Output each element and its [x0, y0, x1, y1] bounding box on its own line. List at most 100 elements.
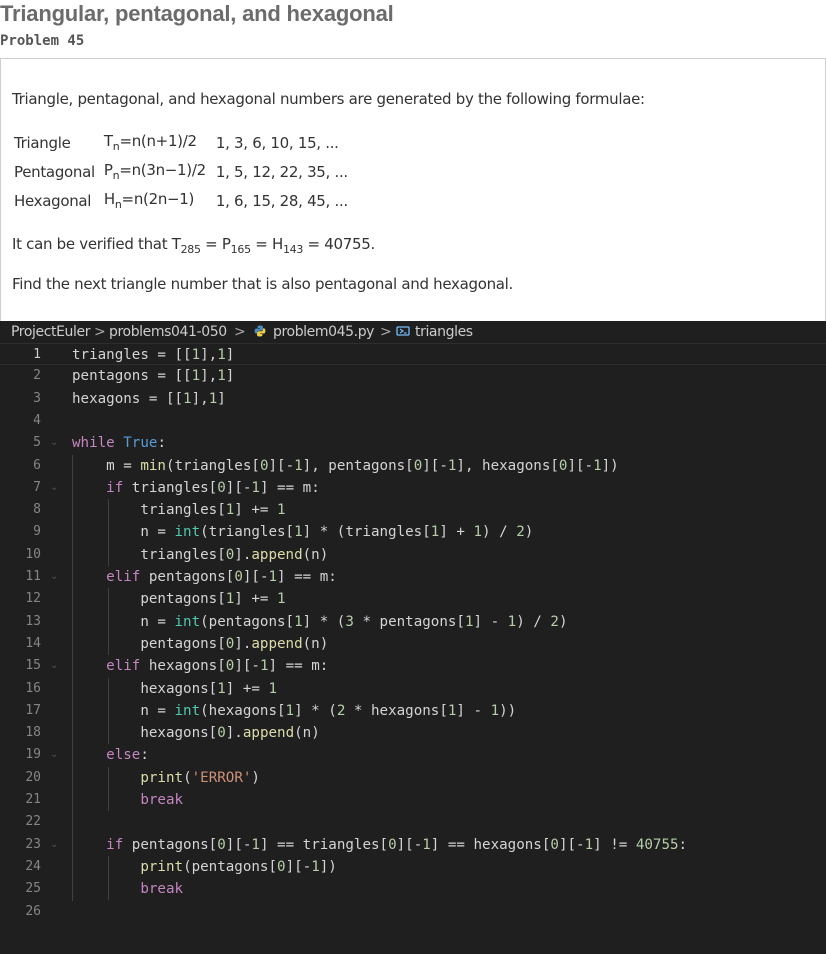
- formula-expression: Hn=n(2n−1): [103, 190, 195, 211]
- formula-name: Hexagonal: [14, 191, 92, 210]
- code-line[interactable]: 2 pentagons = [[1],1]: [0, 365, 826, 387]
- code-text: print(pentagons[0][-1]): [140, 858, 337, 875]
- formula-row: Triangle Tn=n(n+1)/2 1, 3, 6, 10, 15, ...: [14, 128, 353, 157]
- fold-chevron-icon[interactable]: ⌄: [50, 477, 62, 499]
- code-line[interactable]: 9 n = int(triangles[1] * (triangles[1] +…: [0, 521, 826, 543]
- code-line[interactable]: 22: [0, 811, 826, 833]
- code-text: elif hexagons[0][-1] == m:: [106, 658, 329, 675]
- formula-sequence: 1, 5, 12, 22, 35, ...: [215, 162, 348, 181]
- code-line[interactable]: 5 ⌄ while True:: [0, 432, 826, 454]
- code-line[interactable]: 23 ⌄ if pentagons[0][-1] == triangles[0][…: [0, 834, 826, 856]
- breadcrumb-file[interactable]: problem045.py: [273, 321, 374, 343]
- line-number: 1: [33, 347, 41, 362]
- fold-chevron-icon[interactable]: ⌄: [50, 566, 62, 588]
- code-line[interactable]: 16 hexagons[1] += 1: [0, 678, 826, 700]
- problem-number: Problem 45: [0, 33, 85, 49]
- code-line[interactable]: 13 n = int(pentagons[1] * (3 * pentagons…: [0, 611, 826, 633]
- code-line[interactable]: 4: [0, 410, 826, 432]
- formulae-table: Triangle Tn=n(n+1)/2 1, 3, 6, 10, 15, ... P…: [14, 128, 353, 215]
- code-text: while True:: [72, 435, 166, 452]
- breadcrumb-folder[interactable]: problems041-050: [109, 321, 227, 343]
- problem-statement: Triangle, pentagonal, and hexagonal numb…: [0, 58, 826, 322]
- code-text: n = int(pentagons[1] * (3 * pentagons[1]…: [72, 613, 568, 630]
- indent-guide: [108, 855, 110, 901]
- code-line[interactable]: 15 ⌄ elif hexagons[0][-1] == m:: [0, 655, 826, 677]
- line-number: 5: [33, 435, 41, 451]
- formula-row: Pentagonal Pn=n(3n−1)/2 1, 5, 12, 22, 35, …: [14, 157, 353, 186]
- line-number: 20: [25, 769, 41, 785]
- code-line[interactable]: 17 n = int(hexagons[1] * (2 * hexagons[1…: [0, 700, 826, 722]
- code-line[interactable]: 11 ⌄ elif pentagons[0][-1] == m:: [0, 566, 826, 588]
- verify-eq2: = H: [250, 235, 283, 253]
- formula-name: Triangle: [14, 133, 71, 152]
- line-number: 13: [25, 613, 41, 629]
- line-number: 25: [25, 881, 41, 897]
- line-number: 21: [25, 792, 41, 807]
- formula-expression: Tn=n(n+1)/2: [103, 132, 197, 153]
- line-number: 9: [33, 524, 41, 540]
- line-number: 7: [33, 479, 41, 495]
- formula-sequence: 1, 3, 6, 10, 15, ...: [215, 133, 339, 152]
- code-line[interactable]: 3 hexagons = [[1],1]: [0, 388, 826, 410]
- line-number: 18: [25, 725, 41, 741]
- code-text: if triangles[0][-1] == m:: [106, 479, 320, 496]
- code-line[interactable]: 18 hexagons[0].append(n): [0, 722, 826, 744]
- code-line[interactable]: 25 break: [0, 878, 826, 900]
- code-text: hexagons[1] += 1: [72, 680, 278, 697]
- code-text: break: [140, 881, 184, 898]
- line-number: 22: [25, 814, 41, 830]
- code-line[interactable]: 21 break: [0, 789, 826, 811]
- problem-intro: Triangle, pentagonal, and hexagonal numb…: [12, 90, 645, 108]
- line-number: 10: [25, 546, 41, 562]
- code-text: n = int(hexagons[1] * (2 * hexagons[1] -…: [72, 702, 517, 719]
- line-number: 24: [25, 858, 41, 874]
- fold-chevron-icon[interactable]: ⌄: [50, 834, 62, 856]
- code-text: hexagons = [[1],1]: [72, 390, 226, 407]
- line-number: 12: [25, 591, 41, 607]
- breadcrumb-symbol[interactable]: triangles: [415, 321, 473, 343]
- code-text: elif pentagons[0][-1] == m:: [106, 569, 337, 585]
- code-line[interactable]: 8 triangles[1] += 1: [0, 499, 826, 521]
- code-line[interactable]: 1 triangles = [[1],1]: [0, 343, 826, 366]
- code-line[interactable]: 26: [0, 901, 826, 923]
- code-line[interactable]: 7 ⌄ if triangles[0][-1] == m:: [0, 477, 826, 499]
- formula-row: Hexagonal Hn=n(2n−1) 1, 6, 15, 28, 45, ...: [14, 186, 353, 215]
- code-text: n = int(triangles[1] * (triangles[1] + 1…: [72, 524, 534, 541]
- fold-chevron-icon[interactable]: ⌄: [50, 744, 62, 766]
- formula-name: Pentagonal: [14, 162, 95, 181]
- code-line[interactable]: 12 pentagons[1] += 1: [0, 588, 826, 610]
- code-line[interactable]: 10 triangles[0].append(n): [0, 544, 826, 566]
- formula-expression: Pn=n(3n−1)/2: [103, 161, 206, 182]
- code-editor[interactable]: ProjectEuler > problems041-050 > problem…: [0, 321, 826, 954]
- code-line[interactable]: 19 ⌄ else:: [0, 744, 826, 766]
- line-number: 6: [33, 457, 41, 473]
- verify-eq1: = P: [200, 235, 231, 253]
- line-number: 11: [25, 569, 41, 584]
- fold-chevron-icon[interactable]: ⌄: [50, 655, 62, 677]
- fold-chevron-icon[interactable]: ⌄: [50, 432, 62, 454]
- line-number: 2: [33, 368, 41, 384]
- code-text: print('ERROR'): [140, 769, 260, 786]
- code-line[interactable]: 20 print('ERROR'): [0, 767, 826, 789]
- line-number: 17: [25, 702, 41, 718]
- line-number: 4: [33, 412, 41, 428]
- line-number: 15: [25, 658, 41, 674]
- verify-t-sub: 285: [180, 243, 201, 256]
- verify-prefix: It can be verified that T: [12, 235, 181, 253]
- code-line[interactable]: 24 print(pentagons[0][-1]): [0, 856, 826, 878]
- chevron-right-icon: >: [380, 324, 392, 340]
- code-text: break: [140, 792, 184, 808]
- code-line[interactable]: 6 m = min(triangles[0][-1], pentagons[0]…: [0, 455, 826, 477]
- code-line[interactable]: 14 pentagons[0].append(n): [0, 633, 826, 655]
- python-file-icon: [254, 321, 266, 343]
- verify-p-sub: 165: [230, 243, 251, 256]
- line-number: 8: [33, 502, 41, 518]
- line-number: 19: [25, 747, 41, 763]
- code-text: m = min(triangles[0][-1], pentagons[0][-…: [72, 457, 619, 474]
- formula-sequence: 1, 6, 15, 28, 45, ...: [215, 191, 348, 210]
- code-text: triangles = [[1],1]: [72, 347, 235, 363]
- indent-guide: [72, 454, 73, 901]
- breadcrumb-root[interactable]: ProjectEuler: [11, 321, 90, 343]
- code-text: else:: [106, 747, 149, 764]
- code-text: pentagons[1] += 1: [72, 591, 286, 608]
